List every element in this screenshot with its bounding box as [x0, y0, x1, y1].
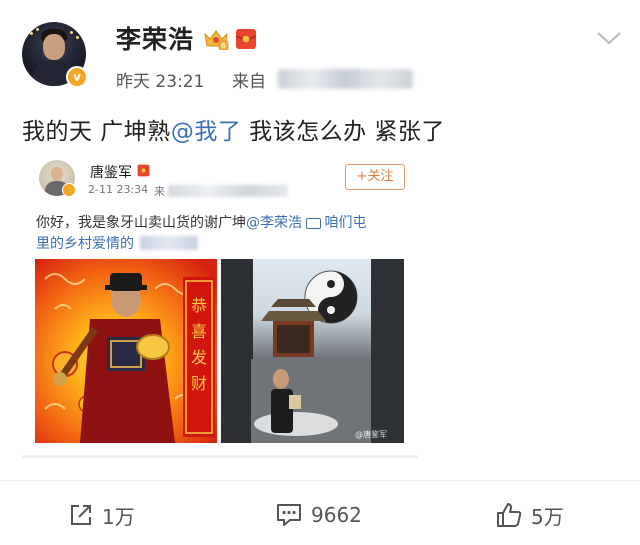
crown-icon[interactable]: 6 — [203, 28, 229, 50]
poster-char-3: 发 — [191, 348, 207, 367]
share-button[interactable]: 1万 — [68, 500, 135, 530]
source-label: 来自 — [232, 72, 266, 92]
photo-watermark: @唐鉴军 — [355, 429, 387, 439]
red-packet-icon[interactable] — [235, 28, 257, 50]
comment-count: 9662 — [311, 503, 362, 527]
repost-link[interactable]: 咱们屯 — [306, 215, 366, 231]
poster-char-4: 财 — [191, 374, 207, 393]
repost-link-text: 咱们屯 — [324, 215, 367, 231]
repost-verified-badge-icon — [62, 183, 76, 197]
repost-mention[interactable]: @李荣浩 — [246, 215, 302, 231]
repost-time: 2-11 23:34 — [88, 183, 149, 196]
share-count: 1万 — [102, 504, 135, 529]
post-text-before: 我的天 广坤熟 — [22, 119, 171, 145]
post-time: 昨天 23:21 — [116, 72, 205, 92]
chevron-down-icon[interactable] — [596, 30, 622, 46]
svg-text:6: 6 — [221, 42, 226, 50]
like-count: 5万 — [531, 504, 564, 529]
photo-right[interactable]: @唐鉴军 — [221, 259, 404, 443]
link-icon — [306, 217, 322, 229]
poster-char-1: 恭 — [191, 296, 207, 315]
verified-badge-icon: v — [66, 66, 88, 88]
repost-text-blurred — [140, 236, 198, 250]
poster-char-2: 喜 — [191, 322, 207, 341]
photo-right-art: @唐鉴军 — [221, 259, 404, 443]
post-text-after: 我该怎么办 紧张了 — [241, 119, 445, 145]
repost-divider — [22, 455, 418, 458]
repost-source-label: 来 — [154, 185, 165, 198]
source-blurred — [278, 69, 413, 89]
comment-icon — [277, 504, 301, 526]
repost-text-line1: 你好，我是象牙山卖山货的谢广坤@李荣浩 咱们屯 — [36, 212, 366, 232]
photo-left[interactable]: 恭 喜 发 财 — [35, 259, 217, 443]
follow-button[interactable]: +关注 — [345, 164, 405, 190]
photo-left-art: 恭 喜 发 财 — [44, 273, 215, 443]
thumbs-up-icon — [497, 503, 522, 527]
red-packet-icon[interactable] — [137, 164, 150, 177]
like-button[interactable]: 5万 — [495, 500, 564, 530]
repost-text-line2[interactable]: 里的乡村爱情的 — [36, 233, 134, 253]
username[interactable]: 李荣浩 — [116, 20, 194, 56]
action-bar-divider — [0, 480, 640, 481]
repost-source-blurred — [168, 185, 288, 197]
comment-button[interactable]: 9662 — [275, 500, 362, 530]
post-text: 我的天 广坤熟@我了 我该怎么办 紧张了 — [22, 112, 445, 146]
repost-text: 你好，我是象牙山卖山货的谢广坤 — [36, 215, 246, 231]
mention-link[interactable]: @我了 — [171, 119, 242, 145]
share-icon — [71, 505, 91, 525]
repost-username[interactable]: 唐鉴军 — [90, 162, 132, 182]
